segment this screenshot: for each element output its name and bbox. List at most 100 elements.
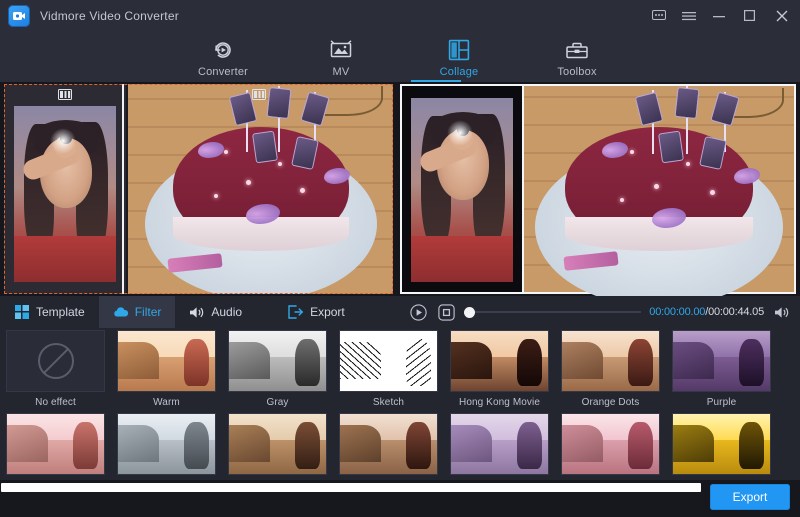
tab-collage[interactable]: Collage — [420, 34, 498, 78]
editor-toolbar: Template Filter Audio — [0, 296, 800, 328]
filter-label: Orange Dots — [582, 397, 640, 408]
filter-thumbnail[interactable] — [672, 413, 771, 475]
preview-cell-right — [524, 86, 794, 292]
collage-editor[interactable] — [4, 84, 393, 294]
filter-item[interactable]: Orange Dots — [555, 330, 666, 408]
filter-preview-image — [340, 331, 437, 391]
tab-template[interactable]: Template — [0, 296, 99, 328]
close-icon[interactable] — [764, 0, 800, 31]
filter-item[interactable]: Sketch — [333, 330, 444, 408]
preview-stage — [0, 82, 800, 296]
filter-label: Sketch — [373, 397, 404, 408]
filter-preview-image — [7, 414, 104, 474]
filter-preview-image — [562, 331, 659, 391]
filter-gallery[interactable]: No effect Warm Gray Sketch Hong Kong Movie Or… — [0, 328, 800, 480]
preview-cake — [524, 86, 794, 292]
export-icon — [288, 305, 304, 319]
filter-thumbnail[interactable] — [228, 413, 327, 475]
window-controls — [644, 0, 800, 31]
application-window: Vidmore Video Converter — [0, 0, 800, 517]
filter-thumbnail[interactable] — [339, 413, 438, 475]
filter-label: Warm — [153, 397, 180, 408]
filter-item[interactable]: Warm — [111, 330, 222, 408]
filter-item[interactable] — [333, 413, 444, 475]
tab-converter[interactable]: Converter — [184, 34, 262, 78]
film-strip-icon[interactable] — [251, 88, 267, 100]
filter-preview-image — [562, 414, 659, 474]
preview-cell-left — [402, 86, 522, 292]
filter-thumbnail[interactable] — [450, 330, 549, 392]
tab-mv-label: MV — [333, 66, 350, 78]
tab-toolbox[interactable]: Toolbox — [538, 34, 616, 78]
volume-icon[interactable] — [772, 302, 792, 322]
tab-mv[interactable]: MV — [302, 34, 380, 78]
export-button[interactable]: Export — [710, 484, 790, 510]
filter-thumbnail[interactable] — [117, 330, 216, 392]
filter-thumbnail[interactable] — [672, 330, 771, 392]
filter-thumbnail[interactable] — [6, 330, 105, 392]
filter-label: Gray — [266, 397, 288, 408]
filter-cloud-icon — [113, 306, 129, 318]
collage-cell-right[interactable] — [128, 84, 393, 294]
converter-icon — [212, 37, 234, 62]
cake-media — [128, 84, 393, 294]
filter-label: No effect — [35, 397, 76, 408]
seek-knob[interactable] — [464, 307, 475, 318]
collage-icon — [448, 37, 470, 62]
hamburger-menu-icon[interactable] — [674, 0, 704, 31]
current-time: 00:00:00.00 — [649, 306, 705, 318]
film-strip-icon[interactable] — [57, 88, 73, 100]
portrait-media — [14, 106, 116, 282]
filter-item[interactable]: No effect — [0, 330, 111, 408]
filter-item[interactable] — [444, 413, 555, 475]
filter-preview-image — [118, 331, 215, 391]
collage-cell-left[interactable] — [4, 84, 126, 294]
filter-preview-image — [451, 414, 548, 474]
app-title: Vidmore Video Converter — [40, 9, 179, 23]
filter-thumbnail[interactable] — [228, 330, 327, 392]
filter-row-2 — [0, 413, 800, 475]
tab-export[interactable]: Export — [274, 296, 359, 328]
message-icon[interactable] — [644, 0, 674, 31]
stop-icon[interactable] — [436, 302, 456, 322]
filter-item[interactable] — [222, 413, 333, 475]
filter-item[interactable]: Gray — [222, 330, 333, 408]
footer-bar: Export — [0, 480, 800, 517]
filter-item[interactable] — [0, 413, 111, 475]
filter-thumbnail[interactable] — [450, 413, 549, 475]
filter-item[interactable] — [555, 413, 666, 475]
preview-portrait — [411, 98, 513, 282]
minimize-icon[interactable] — [704, 0, 734, 31]
tab-collage-label: Collage — [440, 66, 479, 78]
filter-item[interactable]: Purple — [666, 330, 777, 408]
filter-thumbnail[interactable] — [339, 330, 438, 392]
play-icon[interactable] — [408, 302, 428, 322]
preview-player[interactable] — [400, 84, 796, 294]
filter-item[interactable] — [666, 413, 777, 475]
filter-item[interactable] — [111, 413, 222, 475]
main-nav-tabs: Converter MV Collage — [0, 31, 800, 82]
filter-preview-image — [229, 414, 326, 474]
title-bar: Vidmore Video Converter — [0, 0, 800, 31]
tab-converter-label: Converter — [198, 66, 248, 78]
filter-preview-image — [451, 331, 548, 391]
filter-thumbnail[interactable] — [561, 413, 660, 475]
tab-filter-label: Filter — [135, 305, 162, 319]
filter-preview-image — [118, 414, 215, 474]
collage-cell-divider[interactable] — [122, 84, 124, 294]
filter-thumbnail[interactable] — [561, 330, 660, 392]
audio-speaker-icon — [189, 306, 205, 319]
seek-slider[interactable] — [464, 302, 641, 322]
filter-row-1: No effect Warm Gray Sketch Hong Kong Movie Or… — [0, 330, 800, 408]
maximize-icon[interactable] — [734, 0, 764, 31]
tab-audio[interactable]: Audio — [175, 296, 256, 328]
filter-label: Hong Kong Movie — [459, 397, 540, 408]
filter-preview-image — [340, 414, 437, 474]
filter-item[interactable]: Hong Kong Movie — [444, 330, 555, 408]
filter-thumbnail[interactable] — [117, 413, 216, 475]
tab-filter[interactable]: Filter — [99, 296, 176, 328]
tab-export-label: Export — [310, 305, 345, 319]
filter-thumbnail[interactable] — [6, 413, 105, 475]
horizontal-scrollbar[interactable] — [1, 483, 701, 492]
timecode-display: 00:00:00.00/00:00:44.05 — [649, 306, 764, 318]
